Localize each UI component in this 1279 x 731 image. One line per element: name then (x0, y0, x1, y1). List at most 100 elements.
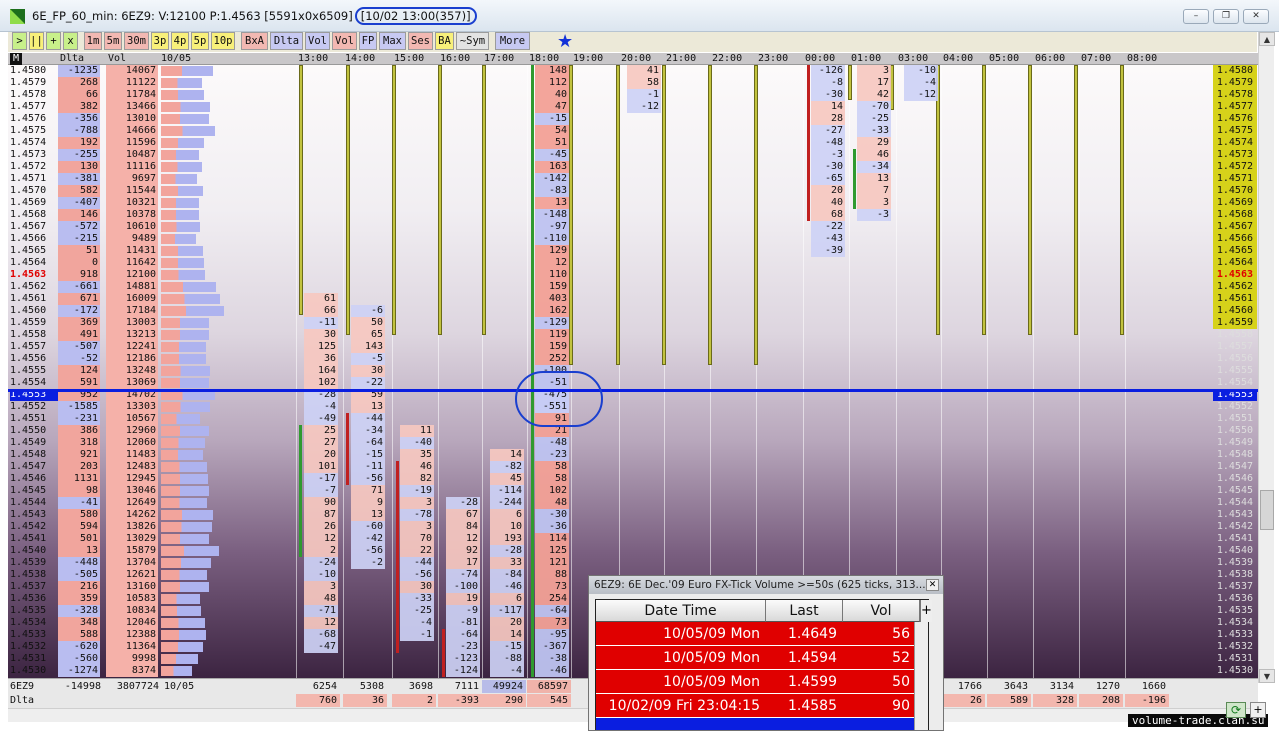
ladder-row[interactable]: 1.4543 580 14262 (8, 509, 298, 521)
time-column-header[interactable]: 15:00 (394, 53, 424, 65)
price-cell[interactable]: 1.4562 (10, 281, 60, 293)
ladder-row[interactable]: 1.4540 13 15879 (8, 545, 298, 557)
ts-scrollbar[interactable] (914, 622, 928, 730)
price-cell[interactable]: 1.4571 (10, 173, 60, 185)
toolbar-button-9[interactable]: 5p (191, 32, 209, 50)
time-column-header[interactable]: 21:00 (666, 53, 696, 65)
price-cell[interactable]: 1.4573 (10, 149, 60, 161)
price-cell[interactable]: 1.4559 (10, 317, 60, 329)
price-cell[interactable]: 1.4563 (10, 269, 60, 281)
price-cell[interactable]: 1.4579 (10, 77, 60, 89)
price-cell[interactable]: 1.4575 (10, 125, 60, 137)
ladder-row[interactable]: 1.4575 -788 14666 (8, 125, 298, 137)
ladder-row[interactable]: 1.4550 386 12960 (8, 425, 298, 437)
price-cell[interactable]: 1.4543 (10, 509, 60, 521)
toolbar-button-8[interactable]: 4p (171, 32, 189, 50)
price-cell[interactable]: 1.4578 (10, 89, 60, 101)
price-cell[interactable]: 1.4567 (10, 221, 60, 233)
toolbar-button-4[interactable]: 1m (84, 32, 102, 50)
ladder-row[interactable]: 1.4549 318 12060 (8, 437, 298, 449)
ladder-row[interactable]: 1.4567 -572 10610 (8, 221, 298, 233)
price-cell[interactable]: 1.4549 (10, 437, 60, 449)
ladder-row[interactable]: 1.4551 -231 10567 (8, 413, 298, 425)
toolbar-button-16[interactable]: Max (379, 32, 406, 50)
ladder-row[interactable]: 1.4541 501 13029 (8, 533, 298, 545)
time-column-header[interactable]: 18:00 (529, 53, 559, 65)
toolbar-button-12[interactable]: Dlta (270, 32, 303, 50)
price-cell[interactable]: 1.4577 (10, 101, 60, 113)
price-cell[interactable]: 1.4555 (10, 365, 60, 377)
price-cell[interactable]: 1.4551 (10, 413, 60, 425)
price-cell[interactable]: 1.4530 (10, 665, 60, 677)
price-cell[interactable]: 1.4541 (10, 533, 60, 545)
toolbar-button-6[interactable]: 30m (124, 32, 149, 50)
price-cell[interactable]: 1.4540 (10, 545, 60, 557)
time-column-header[interactable]: 23:00 (758, 53, 788, 65)
price-cell[interactable]: 1.4537 (10, 581, 60, 593)
toolbar-button-20[interactable]: More (495, 32, 530, 50)
ladder-row[interactable]: 1.4559 369 13003 (8, 317, 298, 329)
toolbar-button-3[interactable]: x (63, 32, 78, 50)
time-column-header[interactable]: 06:00 (1035, 53, 1065, 65)
toolbar-button-18[interactable]: BA (435, 32, 454, 50)
ladder-row[interactable]: 1.4566 -215 9489 (8, 233, 298, 245)
col-header-vol[interactable]: Vol (843, 600, 920, 622)
ladder-row[interactable]: 1.4552 -1585 13303 (8, 401, 298, 413)
star-icon[interactable]: ★ (557, 31, 573, 52)
ladder-row[interactable]: 1.4578 66 11784 (8, 89, 298, 101)
ladder-row[interactable]: 1.4565 51 11431 (8, 245, 298, 257)
time-column-header[interactable]: 05:00 (989, 53, 1019, 65)
add-icon[interactable]: + (1250, 702, 1266, 718)
toolbar-button-13[interactable]: Vol (305, 32, 330, 50)
ladder-row[interactable]: 1.4534 348 12046 (8, 617, 298, 629)
time-column-header[interactable]: 07:00 (1081, 53, 1111, 65)
price-cell[interactable]: 1.4569 (10, 197, 60, 209)
scroll-down-icon[interactable]: ▼ (1259, 669, 1275, 683)
ladder-row[interactable]: 1.4573 -255 10487 (8, 149, 298, 161)
ladder-row[interactable]: 1.4561 671 16009 (8, 293, 298, 305)
close-icon[interactable]: ✕ (1243, 9, 1269, 24)
minimize-icon[interactable]: – (1183, 9, 1209, 24)
ladder-row[interactable]: 1.4560 -172 17184 (8, 305, 298, 317)
toolbar-button-10[interactable]: 10p (211, 32, 235, 50)
price-cell[interactable]: 1.4534 (10, 617, 60, 629)
ladder-row[interactable]: 1.4580 -1235 14067 (8, 65, 298, 77)
ladder-row[interactable]: 1.4568 146 10378 (8, 209, 298, 221)
price-cell[interactable]: 1.4566 (10, 233, 60, 245)
time-column-header[interactable]: 16:00 (440, 53, 470, 65)
price-cell[interactable]: 1.4558 (10, 329, 60, 341)
time-column-header[interactable]: 04:00 (943, 53, 973, 65)
price-cell[interactable]: 1.4547 (10, 461, 60, 473)
ladder-row[interactable]: 1.4571 -381 9697 (8, 173, 298, 185)
close-icon[interactable]: ✕ (926, 579, 939, 591)
ladder-row[interactable]: 1.4537 216 13160 (8, 581, 298, 593)
price-cell[interactable]: 1.4565 (10, 245, 60, 257)
ts-row[interactable]: 10/05/09 Mon 02:58:53 1.4599 50 (596, 670, 916, 714)
ts-row-selected[interactable] (596, 718, 916, 730)
ladder-row[interactable]: 1.4542 594 13826 (8, 521, 298, 533)
price-cell[interactable]: 1.4556 (10, 353, 60, 365)
ladder-row[interactable]: 1.4532 -620 11364 (8, 641, 298, 653)
price-cell[interactable]: 1.4552 (10, 401, 60, 413)
ladder-row[interactable]: 1.4572 130 11116 (8, 161, 298, 173)
ts-row[interactable]: 10/05/09 Mon 04:00:53 1.4594 52 (596, 646, 916, 690)
col-header-datetime[interactable]: Date Time (596, 600, 766, 622)
restore-icon[interactable]: ❐ (1213, 9, 1239, 24)
price-cell[interactable]: 1.4535 (10, 605, 60, 617)
col-header-last[interactable]: Last (766, 600, 843, 622)
toolbar-button-11[interactable]: BxA (241, 32, 268, 50)
price-cell[interactable]: 1.4554 (10, 377, 60, 389)
toolbar-button-17[interactable]: Ses (408, 32, 433, 50)
ladder-row[interactable]: 1.4547 203 12483 (8, 461, 298, 473)
price-cell[interactable]: 1.4539 (10, 557, 60, 569)
time-column-header[interactable]: 00:00 (805, 53, 835, 65)
ladder-row[interactable]: 1.4563 918 12100 (8, 269, 298, 281)
ladder-row[interactable]: 1.4544 -41 12649 (8, 497, 298, 509)
time-and-sales-window[interactable]: 6EZ9: 6E Dec.'09 Euro FX-Tick Volume >=5… (588, 575, 944, 731)
time-column-header[interactable]: 08:00 (1127, 53, 1157, 65)
ladder-row[interactable]: 1.4535 -328 10834 (8, 605, 298, 617)
ladder-row[interactable]: 1.4577 382 13466 (8, 101, 298, 113)
ladder-row[interactable]: 1.4569 -407 10321 (8, 197, 298, 209)
scroll-up-icon[interactable]: ▲ (1259, 32, 1275, 46)
price-cell[interactable]: 1.4532 (10, 641, 60, 653)
